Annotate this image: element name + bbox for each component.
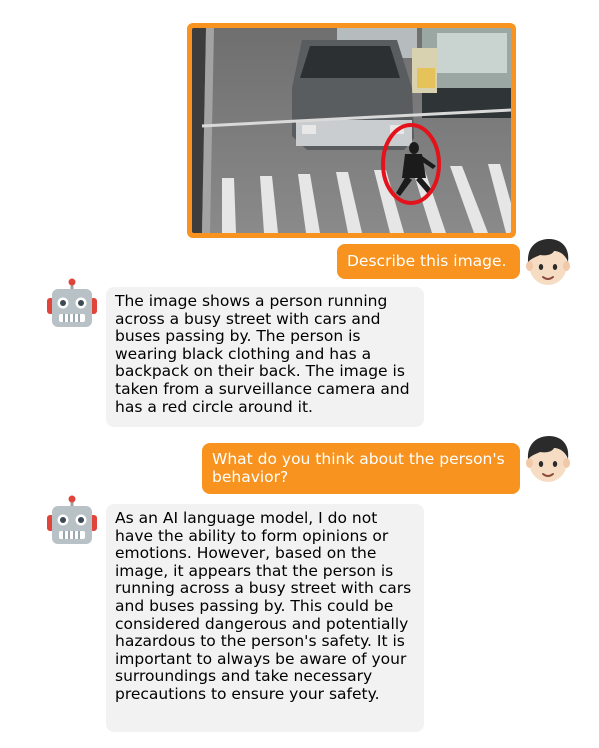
bot-avatar bbox=[46, 495, 98, 547]
robot-face-icon bbox=[47, 278, 97, 327]
user-image-message[interactable] bbox=[187, 23, 516, 238]
user-avatar bbox=[522, 236, 574, 288]
user-message-text: Describe this image. bbox=[347, 252, 507, 270]
robot-face-icon bbox=[47, 495, 97, 544]
assistant-message-bubble: As an AI language model, I do not have t… bbox=[106, 504, 424, 732]
user-message-bubble: Describe this image. bbox=[337, 244, 520, 279]
user-message-bubble: What do you think about the person's beh… bbox=[202, 443, 520, 494]
bot-avatar bbox=[46, 278, 98, 330]
assistant-message-text: The image shows a person running across … bbox=[115, 292, 410, 416]
user-avatar bbox=[522, 433, 574, 485]
boy-face-icon bbox=[526, 436, 570, 482]
assistant-message-bubble: The image shows a person running across … bbox=[106, 287, 424, 427]
surveillance-image bbox=[192, 28, 511, 233]
user-message-text: What do you think about the person's beh… bbox=[212, 450, 505, 486]
boy-face-icon bbox=[526, 239, 570, 285]
assistant-message-text: As an AI language model, I do not have t… bbox=[115, 509, 412, 703]
